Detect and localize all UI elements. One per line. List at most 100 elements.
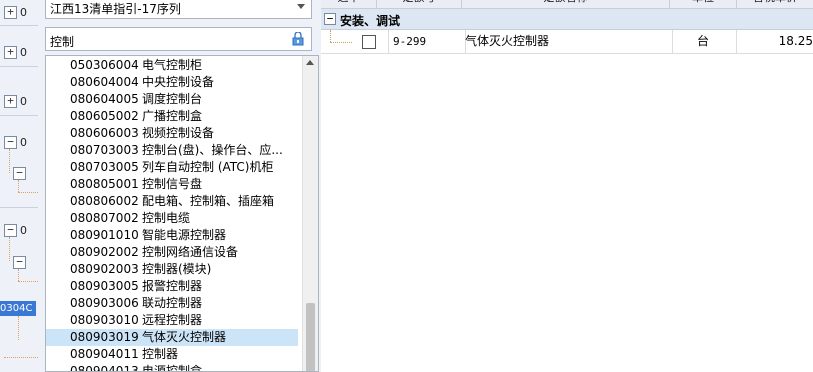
item-code: 080606003 [70,126,139,140]
list-item[interactable]: 080903010 远程控制器 [46,312,298,329]
item-code: 080604004 [70,75,139,89]
list-item[interactable]: 080903019 气体灭火控制器 [46,329,298,346]
library-select[interactable]: 江西13清单指引-17序列 [45,0,312,19]
list-item[interactable]: 080807002 控制电缆 [46,210,298,227]
item-code: 080604005 [70,92,139,106]
header-unit[interactable]: 单位 [670,0,737,8]
list-item[interactable]: 080901010 智能电源控制器 [46,227,298,244]
chevron-down-icon[interactable] [297,4,305,9]
item-name: 智能电源控制器 [142,228,227,242]
item-code: 080904011 [70,347,139,361]
item-name: 电气控制柜 [142,58,203,72]
list-item[interactable]: 080902002 控制网络通信设备 [46,244,298,261]
item-name: 控制信号盘 [142,177,203,191]
collapse-icon[interactable]: − [13,167,26,180]
expand-icon[interactable]: + [4,6,17,19]
item-name: 广播控制盒 [142,109,203,123]
collapse-icon[interactable]: − [4,136,17,149]
quota-price: 18.25 [778,34,813,48]
item-name: 视频控制设备 [142,126,215,140]
item-code: 080903006 [70,296,139,310]
item-name: 控制台(盘)、操作台、应... [142,143,283,157]
item-code: 080807002 [70,211,139,225]
table-row[interactable]: 9-299 气体灭火控制器 台 18.25 [321,30,813,54]
item-name: 控制网络通信设备 [142,245,239,259]
list-item[interactable]: 080903005 报警控制器 [46,278,298,295]
item-name: 远程控制器 [142,313,203,327]
tree-node-label[interactable]: 0 [20,46,27,59]
quota-unit: 台 [670,30,737,53]
row-checkbox[interactable] [362,35,376,49]
item-name: 配电箱、控制箱、插座箱 [142,194,275,208]
tree-divider [0,207,38,208]
search-input[interactable]: 控制 [45,27,312,51]
item-code: 080805001 [70,177,139,191]
tree-node-label[interactable]: 0 [20,95,27,108]
item-code: 080806002 [70,194,139,208]
item-code: 050306004 [70,58,139,72]
tree-connector [9,237,10,261]
list-item[interactable]: 080605002 广播控制盒 [46,108,298,125]
select-cell [321,30,389,53]
item-code: 080903005 [70,279,139,293]
collapse-icon[interactable]: − [4,224,17,237]
list-item[interactable]: 080806002 配电箱、控制箱、插座箱 [46,193,298,210]
header-name[interactable]: 定额名称 [462,0,670,8]
scroll-up-icon[interactable] [306,60,314,65]
list-item[interactable]: 080604004 中央控制设备 [46,74,298,91]
tree-connector [330,42,352,43]
list-item[interactable]: 050306004 电气控制柜 [46,57,298,74]
quota-code: 9-299 [389,30,466,53]
list-item[interactable]: 080703003 控制台(盘)、操作台、应... [46,142,298,159]
expand-icon[interactable]: + [4,95,17,108]
tree-connector [330,30,331,42]
tree-connector [18,269,19,281]
tree-node-label[interactable]: 0 [20,136,27,149]
search-icon[interactable] [291,32,305,46]
item-name: 报警控制器 [142,279,203,293]
library-select-value: 江西13清单指引-17序列 [50,2,181,16]
item-name: 调度控制台 [142,92,203,106]
vertical-scrollbar[interactable] [302,56,318,371]
item-code: 080902003 [70,262,139,276]
scroll-thumb[interactable] [306,303,315,371]
grid-header: 选中 定额号 定额名称 单位 含税单价 [321,0,813,9]
expand-icon[interactable]: + [4,46,17,59]
item-name: 控制器(模块) [142,262,212,276]
group-label: 安装、调试 [340,14,401,28]
item-code: 080703005 [70,160,139,174]
tree-divider [0,25,38,26]
quota-grid: 选中 定额号 定额名称 单位 含税单价 − 安装、调试 9-299 气体灭火控制… [321,0,813,372]
header-price[interactable]: 含税单价 [737,0,813,8]
tree-selected-node[interactable]: 0304C [0,301,36,316]
list-item[interactable]: 080903006 联动控制器 [46,295,298,312]
list-item[interactable]: 080606003 视频控制设备 [46,125,298,142]
item-name: 联动控制器 [142,296,203,310]
list-item[interactable]: 080805001 控制信号盘 [46,176,298,193]
item-code: 080703003 [70,143,139,157]
item-name: 控制电缆 [142,211,191,225]
header-code[interactable]: 定额号 [377,0,462,8]
collapse-icon[interactable]: − [13,256,26,269]
group-row[interactable]: − 安装、调试 [321,9,813,30]
tree-divider [0,66,38,67]
tree-connector [4,357,38,358]
result-list[interactable]: 050306004 电气控制柜 080604004 中央控制设备 080604005 调度… [45,55,319,372]
list-item[interactable]: 080703005 列车自动控制 (ATC)机柜 [46,159,298,176]
header-select[interactable]: 选中 [321,0,377,8]
item-name: 控制器 [142,347,179,361]
item-code: 080903010 [70,313,139,327]
list-item[interactable]: 080902003 控制器(模块) [46,261,298,278]
item-code: 080903019 [70,330,139,344]
list-item[interactable]: 080904011 控制器 [46,346,298,363]
tree-connector [9,149,10,173]
tree-node-label[interactable]: 0 [20,6,27,19]
item-name: 气体灭火控制器 [142,330,227,344]
tree-node-label[interactable]: 0 [20,224,27,237]
list-item[interactable]: 080904013 电源控制盒 [46,363,298,371]
item-code: 080901010 [70,228,139,242]
tree-divider [0,115,38,116]
collapse-icon[interactable]: − [324,13,336,25]
list-item[interactable]: 080604005 调度控制台 [46,91,298,108]
quota-name: 气体灭火控制器 [462,30,673,53]
